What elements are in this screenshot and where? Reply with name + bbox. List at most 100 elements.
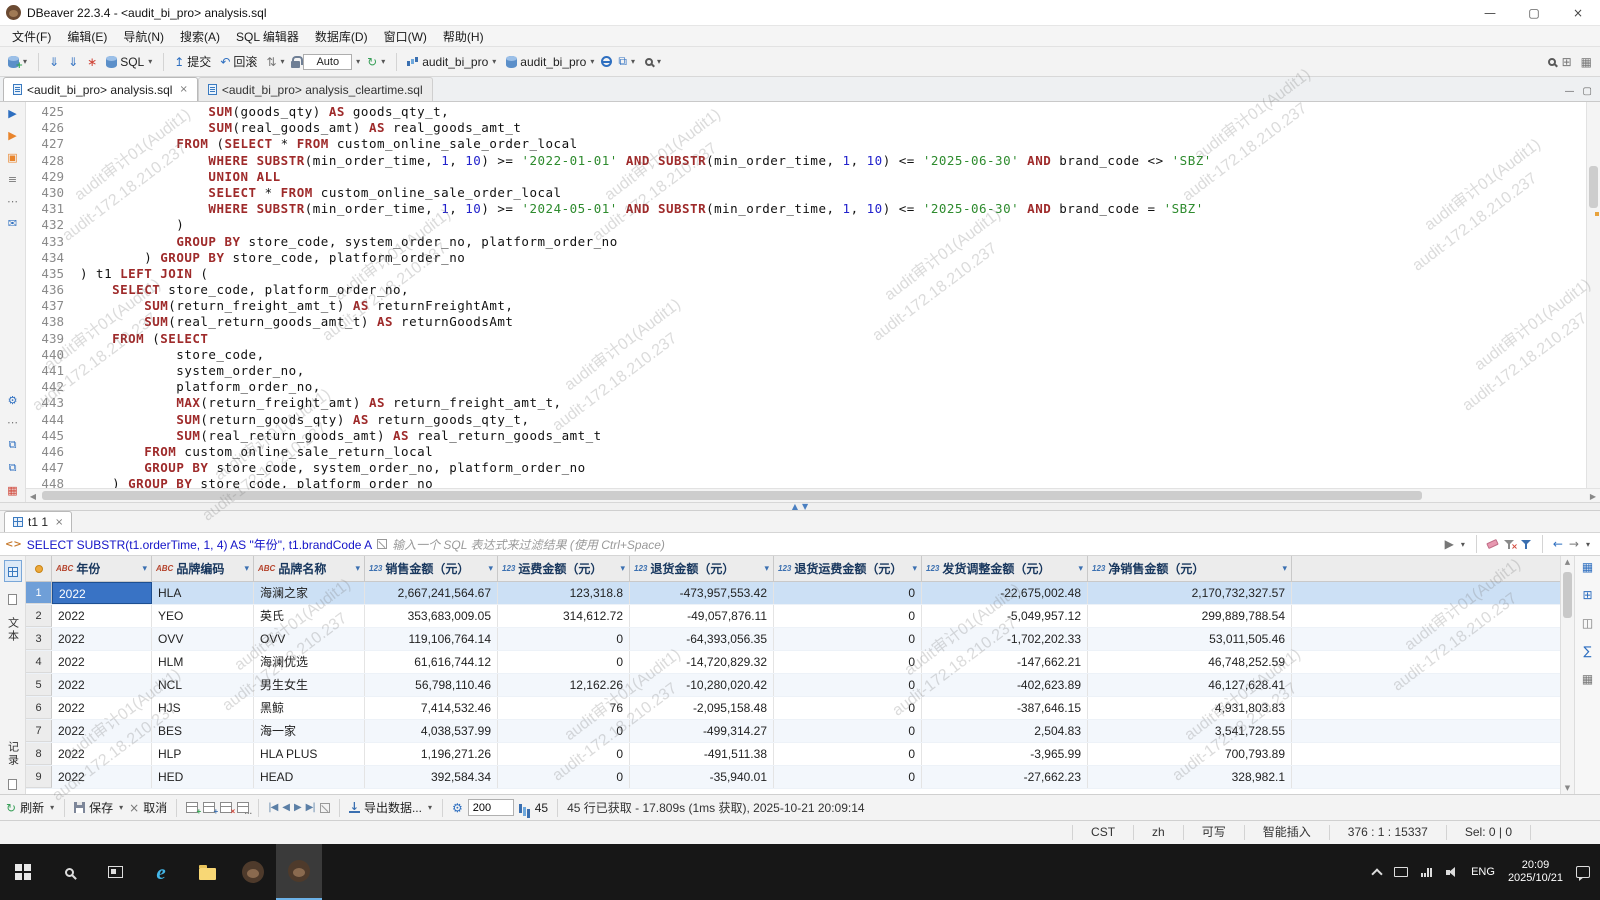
grid-cell[interactable]: 56,798,110.46 [365,674,498,696]
save-dropdown[interactable]: ▾ [118,803,124,812]
internet-explorer-button[interactable]: e [138,844,184,900]
clear-filter-icon[interactable] [1486,538,1499,550]
grid-cell[interactable]: 海澜之家 [254,582,365,604]
browse-rows-icon[interactable] [319,802,330,813]
delete-row-button[interactable] [220,802,235,816]
grid-cell[interactable]: -3,965.99 [922,743,1088,765]
volume-icon[interactable] [1446,866,1458,878]
apply-filter-icon[interactable]: ▶ [1445,537,1454,551]
cancel-button[interactable]: × 取消 [129,799,167,816]
grid-cell[interactable]: HLP [152,743,254,765]
grid-cell[interactable]: 2022 [52,651,152,673]
auto-commit-dropdown[interactable]: ▾ [355,57,361,66]
grid-cell[interactable]: -402,623.89 [922,674,1088,696]
close-button[interactable]: × [1556,0,1600,25]
code-line[interactable]: 429 UNION ALL [26,169,1586,185]
grid-cell[interactable]: 46,127,628.41 [1088,674,1292,696]
grid-cell[interactable]: 392,584.34 [365,766,498,788]
schema-selector[interactable]: audit_bi_pro ▾ [503,53,598,71]
code-line[interactable]: 440 store_code, [26,347,1586,363]
notification-center-icon[interactable] [1576,866,1590,881]
grid-cell[interactable]: 2,667,241,564.67 [365,582,498,604]
column-filter-icon[interactable]: ▾ [244,564,249,574]
row-number-cell[interactable]: 4 [26,651,52,673]
menu-item[interactable]: 编辑(E) [59,26,115,46]
filter-settings-icon[interactable] [1520,539,1532,550]
code-line[interactable]: 435) t1 LEFT JOIN ( [26,266,1586,282]
grid-cell[interactable]: OVV [152,628,254,650]
connection-selector[interactable]: audit_bi_pro ▾ [404,53,500,71]
panel-layout-icon[interactable]: ▦ [1578,53,1595,71]
aggregate-icon[interactable]: ∑ [1583,644,1591,658]
code-line[interactable]: 425 SUM(goods_qty) AS goods_qty_t, [26,104,1586,120]
row-number-cell[interactable]: 9 [26,766,52,788]
row-number-cell[interactable]: 7 [26,720,52,742]
editor-results-splitter[interactable]: ▲ ▼ [0,502,1600,511]
grid-cell[interactable]: 76 [498,697,630,719]
column-filter-icon[interactable]: ▾ [620,564,625,574]
abort-icon[interactable]: ∗ [84,53,100,71]
previous-row-button[interactable]: ◀ [282,802,290,813]
nav-dropdown[interactable]: ▾ [1585,540,1591,549]
filter-input[interactable]: 输入一个 SQL 表达式来过滤结果 (使用 Ctrl+Space) [392,536,1440,553]
last-row-button[interactable]: ▶| [306,802,316,813]
grid-cell[interactable]: 0 [774,651,922,673]
back-icon[interactable]: ← [1553,537,1563,551]
grid-cell[interactable]: 2022 [52,674,152,696]
grid-corner-cell[interactable] [26,556,52,581]
grid-cell[interactable]: -473,957,553.42 [630,582,774,604]
row-number-cell[interactable]: 3 [26,628,52,650]
open-file-icon[interactable]: ⧉ [9,461,17,475]
menu-item[interactable]: 文件(F) [4,26,59,46]
fetch-icon[interactable]: ⇓ [46,53,62,71]
grid-cell[interactable]: 299,889,788.54 [1088,605,1292,627]
scroll-down-arrow[interactable]: ▼ [1561,782,1574,794]
grid-cell[interactable]: -22,675,002.48 [922,582,1088,604]
row-number-cell[interactable]: 2 [26,605,52,627]
text-view-icon[interactable] [8,594,17,605]
grid-cell[interactable]: HJS [152,697,254,719]
code-line[interactable]: 428 WHERE SUBSTR(min_order_time, 1, 10) … [26,153,1586,169]
grid-cell[interactable]: 0 [498,720,630,742]
hidden-icons-chevron[interactable] [1371,867,1383,880]
code-line[interactable]: 432 ) [26,217,1586,233]
grid-cell[interactable]: -35,940.01 [630,766,774,788]
column-filter-icon[interactable]: ▾ [912,564,917,574]
refresh-button[interactable]: ↻ 刷新 [6,799,44,816]
search-button[interactable]: ▾ [642,55,665,68]
grid-cell[interactable]: HLA PLUS [254,743,365,765]
script-panel-icon[interactable]: ▣ [7,151,17,164]
grid-cell[interactable]: 2022 [52,605,152,627]
export-button[interactable]: ↓ 导出数据... [348,799,422,816]
grid-cell[interactable]: 2022 [52,766,152,788]
code-line[interactable]: 436 SELECT store_code, platform_order_no… [26,282,1586,298]
quick-search-icon[interactable] [1547,57,1556,66]
maximize-button[interactable]: ▢ [1512,0,1556,25]
dbeaver-taskbar-button[interactable] [230,844,276,900]
start-button[interactable] [0,844,46,900]
grid-cell[interactable]: -1,702,202.33 [922,628,1088,650]
grid-cell[interactable]: 黑鲸 [254,697,365,719]
code-line[interactable]: 439 FROM (SELECT [26,331,1586,347]
rollback-button[interactable]: ↶ 回滚 [217,51,260,72]
run-script-icon[interactable]: ▶ [8,129,16,142]
filter-history-dropdown[interactable]: ▾ [1460,540,1466,549]
column-filter-icon[interactable]: ▾ [1282,564,1287,574]
grid-cell[interactable]: HED [152,766,254,788]
file-explorer-button[interactable] [184,844,230,900]
grid-cell[interactable]: 0 [774,605,922,627]
more-actions-icon[interactable]: ⋯ [7,195,18,208]
grid-cell[interactable]: -5,049,957.12 [922,605,1088,627]
taskbar-search-button[interactable] [46,844,92,900]
record-icon[interactable] [8,779,17,790]
export-result-icon[interactable]: ⧉ [9,438,17,452]
grid-cell[interactable]: -499,314.27 [630,720,774,742]
expand-filter-icon[interactable] [377,539,388,549]
grid-cell[interactable]: -2,095,158.48 [630,697,774,719]
grid-header-cell[interactable]: 123 退货金额（元） ▾ [630,556,774,581]
next-row-button[interactable]: ▶ [294,802,302,813]
grid-cell[interactable]: YEO [152,605,254,627]
grid-cell[interactable]: 2022 [52,697,152,719]
grid-cell[interactable]: 0 [498,743,630,765]
new-connection-button[interactable]: + ▾ [5,54,31,71]
